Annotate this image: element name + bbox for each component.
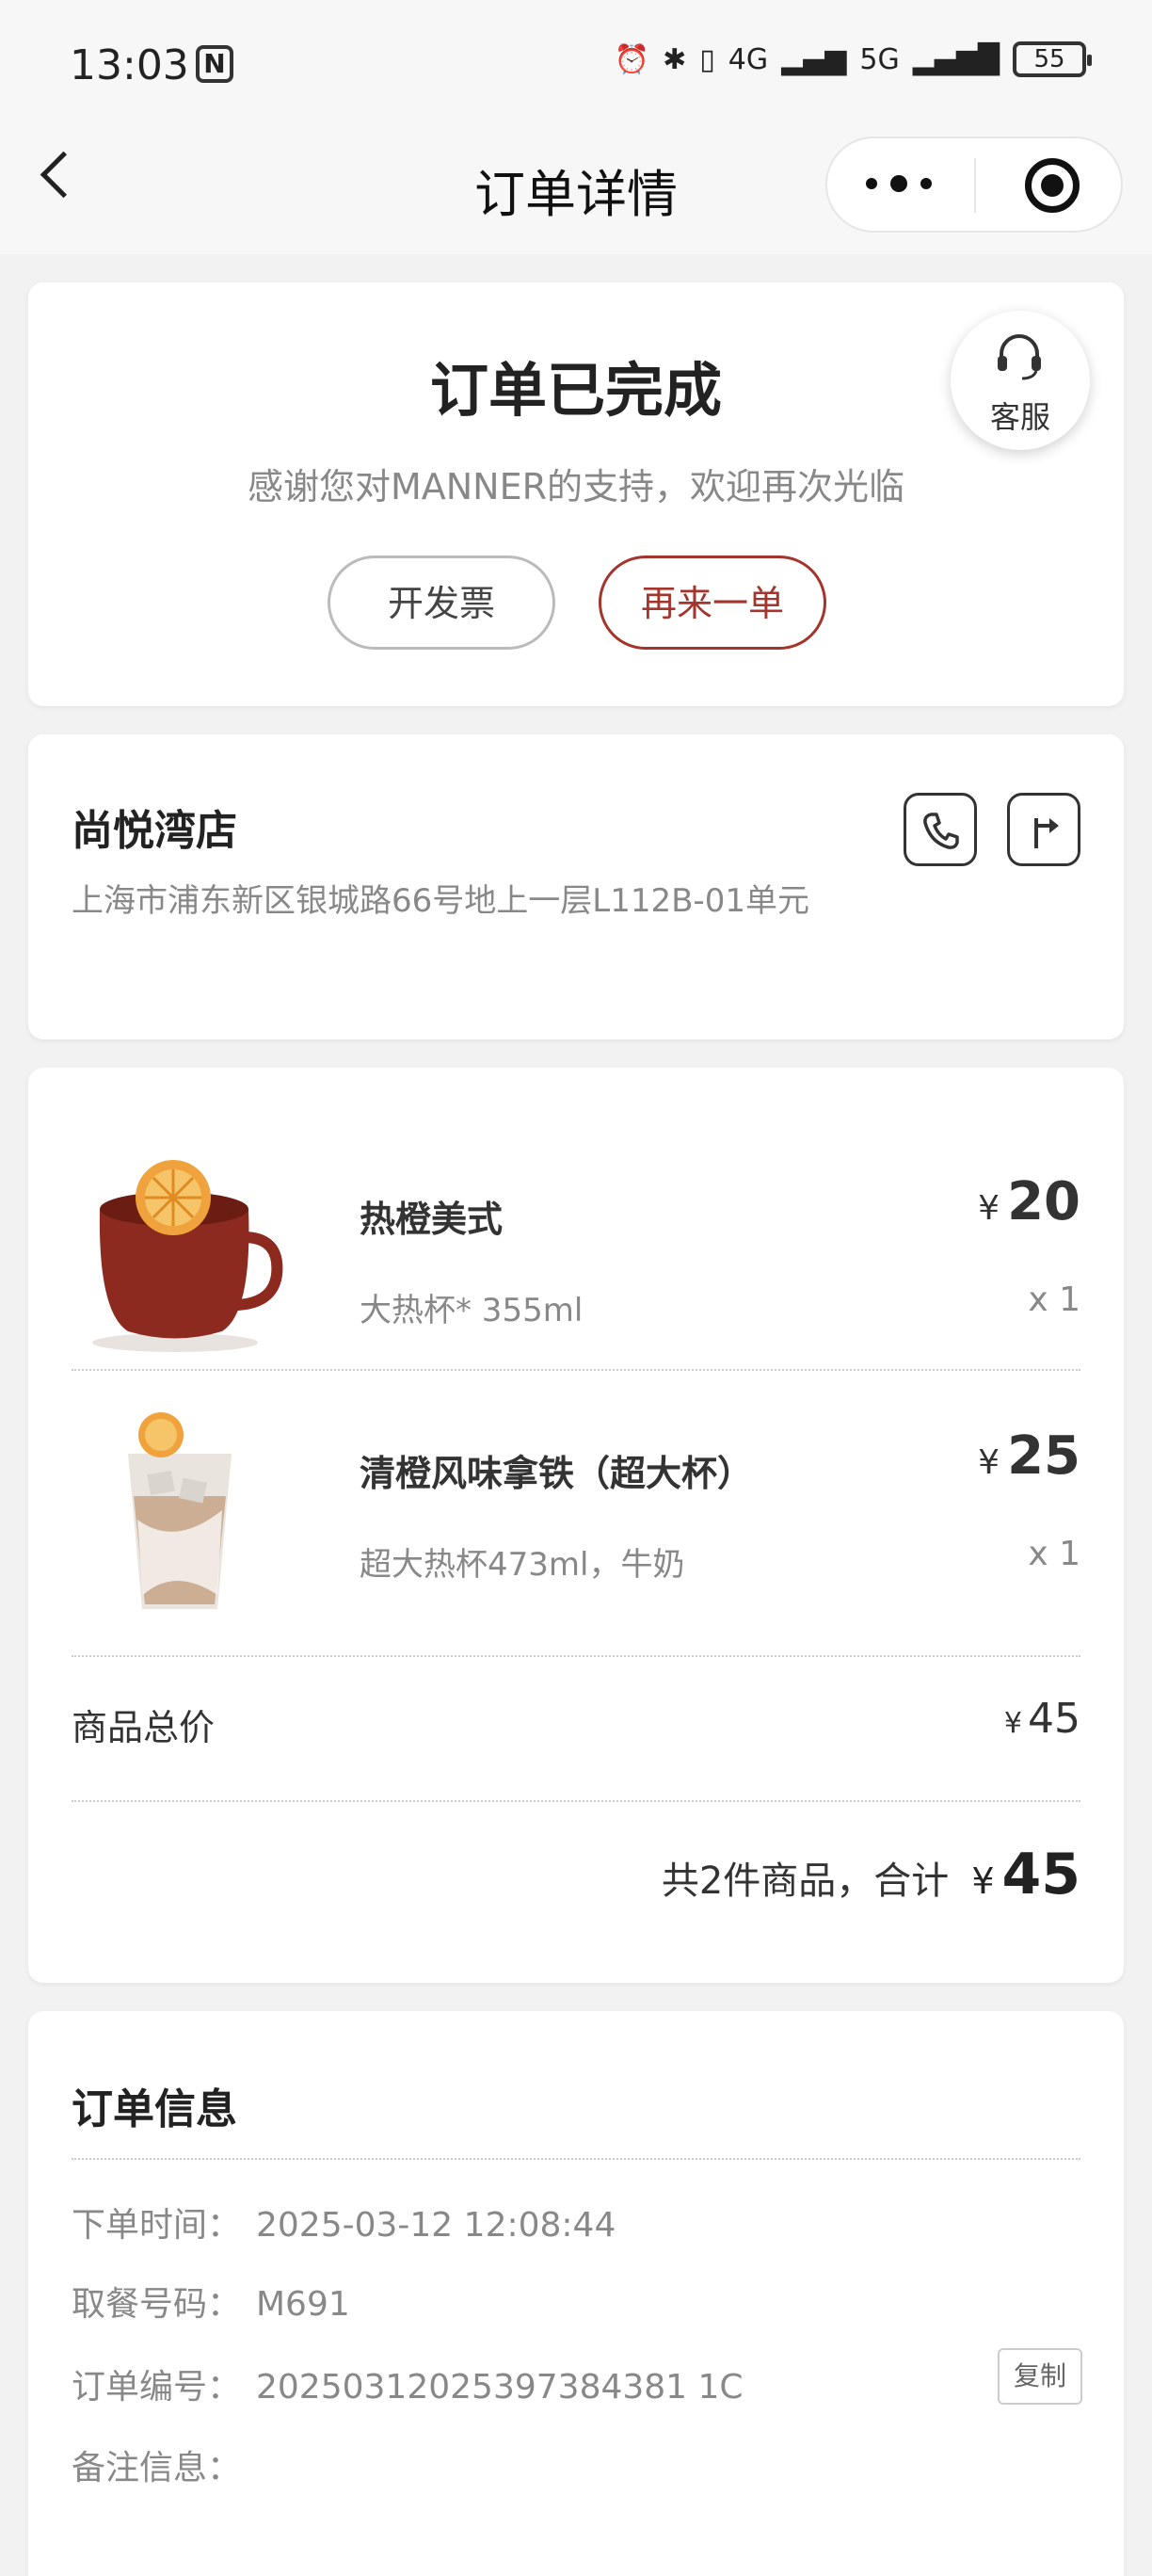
item-quantity: x 1: [1028, 1535, 1080, 1573]
store-card: 尚悦湾店 上海市浦东新区银城路66号地上一层L112B-01单元: [28, 734, 1124, 1039]
capsule-divider: [974, 158, 976, 213]
list-item: 清橙风味拿铁（超大杯） 超大热杯473ml，牛奶 ¥25 x 1: [72, 1407, 1080, 1623]
pickup-code-label: 取餐号码：: [72, 2285, 242, 2324]
signal-icon: ▂▄▆█: [912, 42, 1000, 76]
currency-symbol: ¥: [978, 1443, 1000, 1482]
order-number-value: 20250312025397384381 1C: [256, 2368, 744, 2407]
customer-service-button[interactable]: 客服: [951, 311, 1090, 450]
order-number-label: 订单编号：: [72, 2368, 242, 2407]
signal-5g-label: 5G: [859, 42, 900, 76]
subtotal-label: 商品总价: [72, 1707, 216, 1748]
signal-4g-label: 4G: [728, 42, 769, 76]
item-quantity: x 1: [1028, 1280, 1080, 1319]
order-status-subtitle: 感谢您对MANNER的支持，欢迎再次光临: [247, 466, 905, 507]
item-name: 清橙风味拿铁（超大杯）: [360, 1453, 754, 1494]
signal-icon: ▂▄▆: [781, 42, 847, 76]
navigate-store-button[interactable]: [1007, 793, 1080, 866]
total-label: 共2件商品，合计: [661, 1860, 950, 1903]
store-address: 上海市浦东新区银城路66号地上一层L112B-01单元: [72, 882, 809, 920]
alarm-icon: ⏰: [614, 42, 650, 76]
item-name: 热橙美式: [360, 1199, 504, 1240]
order-time-value: 2025-03-12 12:08:44: [256, 2206, 616, 2245]
currency-symbol: ¥: [971, 1860, 995, 1902]
store-name: 尚悦湾店: [72, 807, 237, 855]
total-value: ¥45: [971, 1842, 1080, 1908]
item-price: ¥20: [978, 1171, 1080, 1232]
status-indicators: ⏰ ✱ ▯ 4G ▂▄▆ 5G ▂▄▆█ 55: [614, 41, 1092, 77]
item-spec: 大热杯* 355ml: [360, 1292, 584, 1329]
order-time-row: 下单时间： 2025-03-12 12:08:44: [72, 2198, 616, 2246]
remarks-label: 备注信息：: [72, 2449, 242, 2487]
status-time: 13:03: [70, 41, 189, 89]
phone-icon: [923, 813, 959, 849]
vibrate-icon: ▯: [699, 42, 715, 76]
order-number-row: 订单编号： 20250312025397384381 1C: [72, 2359, 744, 2408]
divider: [72, 1800, 1080, 1802]
customer-service-label: 客服: [989, 399, 1050, 435]
item-price-value: 20: [1007, 1171, 1080, 1232]
order-items-card: 热橙美式 大热杯* 355ml ¥20 x 1 清橙风味拿铁（超大杯） 超大热杯…: [28, 1068, 1124, 1983]
headset-icon: [998, 334, 1041, 380]
total-row: 共2件商品，合计 ¥45: [662, 1842, 1080, 1908]
subtotal-value: ¥45: [1004, 1695, 1080, 1743]
nfc-icon: N: [196, 45, 233, 83]
total-amount: 45: [1001, 1842, 1081, 1908]
reorder-button[interactable]: 再来一单: [599, 555, 826, 650]
pickup-code-value: M691: [256, 2285, 350, 2324]
item-price-value: 25: [1007, 1425, 1080, 1487]
divider: [72, 1369, 1080, 1371]
divider: [72, 1655, 1080, 1657]
directions-icon: [1034, 818, 1059, 848]
more-dots-icon[interactable]: [866, 174, 932, 193]
currency-symbol: ¥: [978, 1189, 1000, 1228]
order-time-label: 下单时间：: [72, 2206, 242, 2245]
bluetooth-icon: ✱: [663, 42, 687, 76]
invoice-button[interactable]: 开发票: [328, 555, 555, 650]
list-item: 热橙美式 大热杯* 355ml ¥20 x 1: [72, 1152, 1080, 1369]
remarks-row: 备注信息：: [72, 2440, 256, 2489]
battery-icon: 55: [1013, 41, 1092, 77]
item-spec: 超大热杯473ml，牛奶: [360, 1546, 685, 1584]
copy-order-number-button[interactable]: 复制: [998, 2348, 1082, 2405]
order-info-title: 订单信息: [72, 2085, 237, 2133]
divider: [72, 2158, 1080, 2160]
call-store-button[interactable]: [904, 793, 977, 866]
subtotal-amount: 45: [1028, 1695, 1080, 1743]
order-status-card: 订单已完成 感谢您对MANNER的支持，欢迎再次光临 开发票 再来一单 客服: [28, 282, 1124, 706]
pickup-code-row: 取餐号码： M691: [72, 2277, 350, 2326]
close-miniprogram-icon[interactable]: [1025, 158, 1080, 213]
hot-orange-americano-image: [92, 1160, 283, 1352]
order-info-card: 订单信息 下单时间： 2025-03-12 12:08:44 取餐号码： M691 …: [28, 2011, 1124, 2576]
orange-latte-image: [128, 1412, 232, 1609]
currency-symbol: ¥: [1003, 1707, 1022, 1740]
item-price: ¥25: [978, 1425, 1080, 1487]
